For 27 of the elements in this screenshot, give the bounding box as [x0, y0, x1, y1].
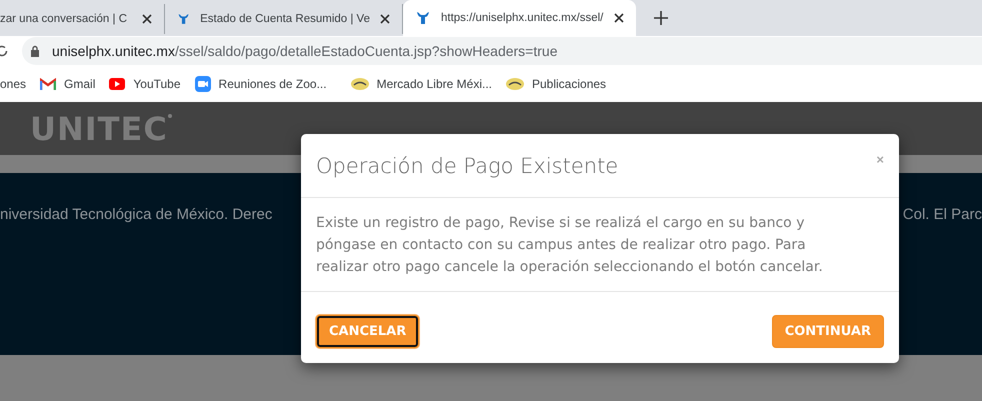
bull-icon — [177, 11, 190, 27]
new-tab-icon[interactable] — [654, 11, 668, 25]
bookmark[interactable]: Reuniones de Zoo... — [194, 76, 327, 92]
logo: UNITEC — [30, 110, 168, 148]
bookmark[interactable]: Publicaciones — [506, 77, 606, 91]
footer-text: Col. El Parc — [902, 206, 982, 223]
close-icon[interactable] — [142, 14, 152, 24]
dialog-title: Operación de Pago Existente — [316, 154, 618, 178]
bull-icon — [415, 10, 431, 26]
lock-icon — [30, 45, 40, 57]
bookmark[interactable]: Gmail — [40, 77, 96, 91]
browser-tab[interactable]: zar una conversación | C — [0, 4, 165, 34]
bookmark[interactable]: ones — [0, 77, 26, 91]
dialog-message: Existe un registro de pago, Revise si se realizá el cargo en su banco y póngase en contacto con su campus antes de realizar otro pago. Para realizar otro pago cancele la operación seleccionando el botón cancelar. — [316, 214, 824, 277]
bookmark[interactable]: YouTube — [109, 77, 181, 91]
mail-icon — [40, 78, 56, 90]
close-icon[interactable] — [380, 14, 390, 24]
camera-icon — [194, 76, 211, 92]
play-icon — [109, 78, 126, 90]
close-icon[interactable] — [614, 13, 624, 23]
bookmark[interactable]: Mercado Libre Méxi... — [350, 77, 492, 91]
tab-title: Estado de Cuenta Resumido | Ve — [200, 13, 370, 25]
tab-title: https://uniselphx.unitec.mx/ssel/ — [441, 12, 604, 24]
tab-title: zar una conversación | C — [0, 13, 128, 25]
browser-tab[interactable]: https://uniselphx.unitec.mx/ssel/ — [403, 0, 636, 36]
footer-text: niversidad Tecnológica de México. Derec — [0, 206, 272, 223]
address-field[interactable]: uniselphx.unitec.mx/ssel/saldo/pago/detalleEstadoCuenta.jsp?showHeaders=true — [22, 37, 982, 65]
